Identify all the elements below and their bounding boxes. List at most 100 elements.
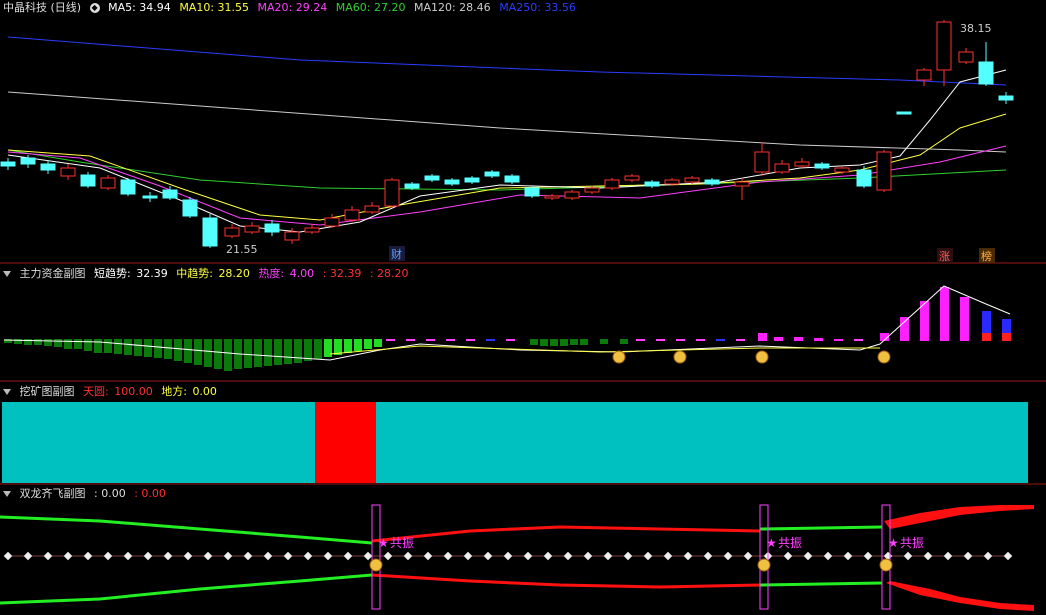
fund-bar (124, 339, 132, 355)
resonance-label: 共振 (778, 536, 802, 550)
candle-body (644, 181, 660, 187)
diamond-marker (503, 551, 513, 561)
candle-body (182, 199, 198, 217)
fund-bar (144, 339, 152, 357)
money-bag-icon (673, 350, 687, 364)
diamond-marker (1003, 551, 1013, 561)
fund-bar (676, 339, 685, 341)
diamond-marker (643, 551, 653, 561)
candle-body (794, 161, 810, 167)
high-price-label: 38.15 (960, 22, 992, 35)
mining-panel: 挖矿图副图 天圆: 100.00 地方: 0.00 (0, 382, 1046, 485)
ma120-line (7, 91, 1007, 153)
diamond-marker (243, 551, 253, 561)
mining-chart[interactable] (0, 382, 1046, 485)
fund-bar (94, 339, 102, 353)
fund-bar (466, 339, 475, 341)
diamond-marker (363, 551, 373, 561)
candle-body (834, 167, 850, 173)
ma250-line (7, 36, 1007, 86)
fund-bar (794, 337, 803, 341)
diamond-marker (63, 551, 73, 561)
candle-body (604, 179, 620, 189)
diamond-marker (123, 551, 133, 561)
fund-bar (274, 339, 282, 365)
fund-bar (214, 339, 222, 369)
candle-body (404, 183, 420, 189)
fund-bar (64, 339, 72, 349)
fund-bar (164, 339, 172, 359)
fund-bar (374, 339, 382, 347)
candle-body (142, 195, 158, 199)
ma10-line (7, 113, 1007, 221)
lower-green-step (0, 573, 373, 605)
diamond-marker (483, 551, 493, 561)
upper-green-step-2 (759, 525, 883, 531)
diamond-marker (723, 551, 733, 561)
diamond-marker (403, 551, 413, 561)
lower-green-step-2 (759, 581, 883, 587)
fund-bar (736, 339, 745, 341)
candle-body (998, 95, 1014, 101)
fund-bar (314, 339, 322, 359)
candle-body (424, 175, 440, 181)
diamond-marker (163, 551, 173, 561)
main-chart-panel: 中晶科技 (日线) ◆ MA5: 34.94 MA10: 31.55 MA20:… (0, 0, 1046, 264)
candle-body (224, 227, 240, 237)
limit-up-badge-text: 涨 (939, 250, 950, 263)
fund-bar (540, 339, 548, 346)
teal-block-right (376, 402, 1028, 483)
candle-body (202, 217, 218, 247)
fund-bar (900, 317, 909, 341)
fund-bar (982, 311, 991, 333)
fund-bar (364, 339, 372, 349)
diamond-marker (323, 551, 333, 561)
resonance-label: 共振 (390, 536, 414, 550)
fund-bar (1002, 319, 1011, 333)
fund-flow-panel: 主力资金副图 短趋势: 32.39 中趋势: 28.20 热度: 4.00 : … (0, 264, 1046, 382)
candle-body (504, 175, 520, 183)
diamond-marker (83, 551, 93, 561)
diamond-marker (223, 551, 233, 561)
upper-red-band (884, 505, 1034, 529)
fund-flow-chart[interactable] (0, 264, 1046, 382)
diamond-marker (683, 551, 693, 561)
fund-bar (774, 337, 783, 341)
resonance-bar (371, 504, 381, 610)
fund-bar (244, 339, 252, 368)
fund-bar (982, 333, 991, 341)
fund-bar (174, 339, 182, 361)
fund-bar (344, 339, 352, 353)
fund-bar (24, 339, 32, 345)
candle-body (584, 187, 600, 193)
fund-bar (834, 339, 843, 341)
candle-body (324, 217, 340, 227)
candle-body (304, 227, 320, 233)
diamond-marker (283, 551, 293, 561)
fund-bar (506, 339, 515, 341)
fund-bar (716, 339, 725, 341)
diamond-marker (563, 551, 573, 561)
fund-bar (34, 339, 42, 345)
money-bag-icon (369, 558, 383, 572)
fund-bar (696, 339, 705, 341)
ma5-line (7, 69, 1007, 233)
candle-body (120, 179, 136, 195)
candlestick-chart[interactable]: 38.15 21.55 财 涨 榜 (0, 0, 1046, 264)
diamond-marker (203, 551, 213, 561)
twin-dragon-chart[interactable]: ★ 共振 ★ 共振 ★ 共振 (0, 485, 1046, 615)
fund-bar (74, 339, 82, 349)
fund-bar (570, 339, 578, 345)
diamond-marker (823, 551, 833, 561)
fund-bar (204, 339, 212, 367)
fund-bar (940, 287, 949, 341)
diamond-marker (263, 551, 273, 561)
diamond-marker (863, 551, 873, 561)
fund-bar (224, 339, 232, 371)
fund-bar (194, 339, 202, 365)
teal-block-left (2, 402, 315, 483)
candle-body (624, 175, 640, 181)
fund-bar (758, 333, 767, 341)
diamond-marker (543, 551, 553, 561)
candle-body (0, 161, 16, 167)
